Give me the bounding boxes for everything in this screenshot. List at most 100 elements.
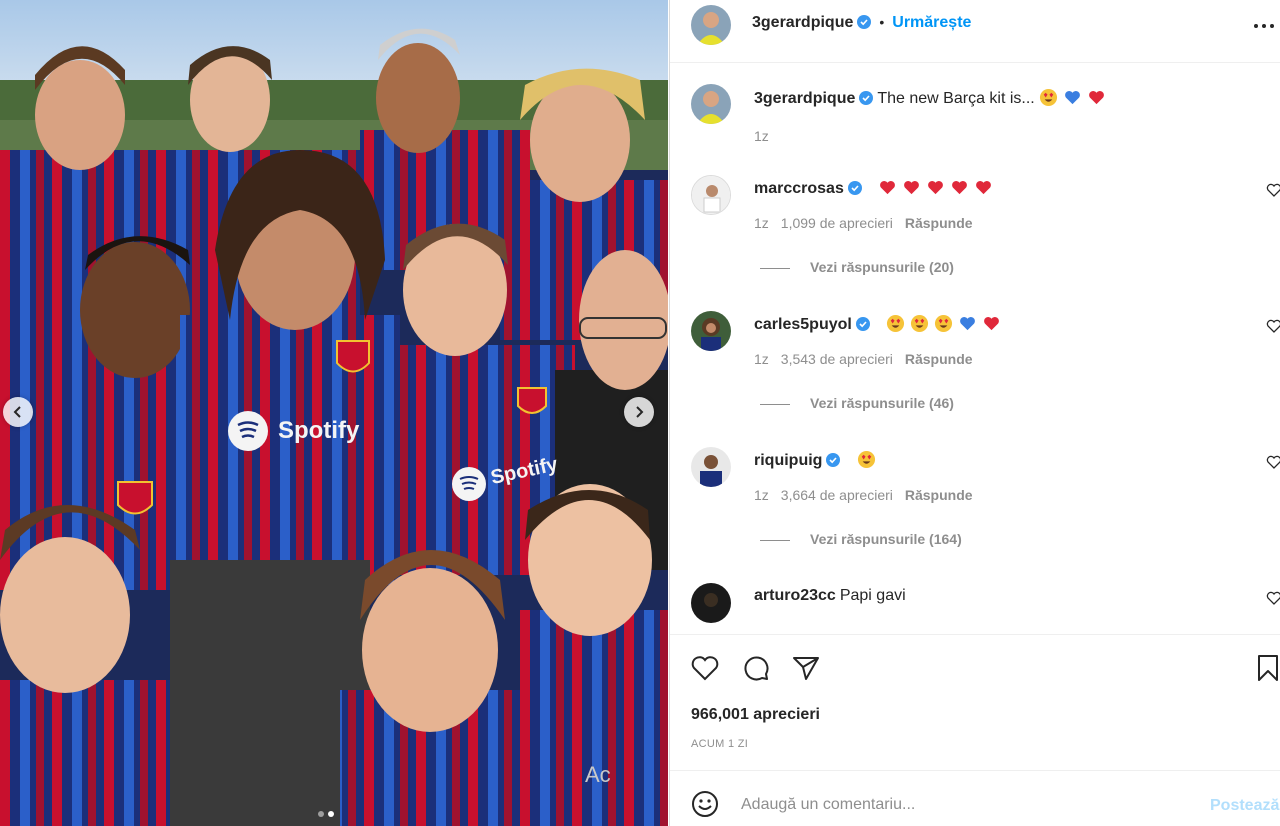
red-heart-emoji-icon xyxy=(952,181,968,195)
comment-username[interactable]: marccrosas xyxy=(754,180,844,197)
commenter-avatar[interactable] xyxy=(691,175,731,215)
comment-line: riquipuig xyxy=(754,450,881,471)
comment-line: arturo23cc Papi gavi xyxy=(754,586,906,606)
chevron-right-icon xyxy=(636,406,644,418)
author-avatar-image xyxy=(691,5,731,45)
like-comment-heart-icon[interactable] xyxy=(1266,318,1280,334)
carousel-dot-active xyxy=(328,811,334,817)
red-heart-emoji-icon xyxy=(904,181,920,195)
caption-avatar[interactable] xyxy=(691,84,731,124)
heart-eyes-emoji-icon xyxy=(911,314,929,333)
author-username[interactable]: 3gerardpique xyxy=(752,14,853,31)
carousel-prev-button[interactable] xyxy=(3,397,33,427)
caption-meta: 1z xyxy=(754,128,781,144)
reply-button[interactable]: Răspunde xyxy=(905,351,973,367)
comment-meta: 1z 3,543 de aprecieri Răspunde xyxy=(754,351,985,367)
comment-item: carles5puyol 1z 3,543 de aprecieri Răspund… xyxy=(670,306,1280,426)
red-heart-emoji-icon xyxy=(1089,91,1105,105)
comment-item: riquipuig 1z 3,664 de aprecieri Răspunde V… xyxy=(670,442,1280,562)
carousel-dot xyxy=(318,811,324,817)
heart-eyes-emoji-icon xyxy=(887,314,905,333)
comment-item: marccrosas 1z 1,099 de aprecieri Răspunde … xyxy=(670,170,1280,290)
save-bookmark-icon[interactable] xyxy=(1252,652,1280,684)
post-timestamp: ACUM 1 ZI xyxy=(691,738,749,750)
reply-button[interactable]: Răspunde xyxy=(905,215,973,231)
comment-text: Papi gavi xyxy=(839,587,906,604)
comment-time: 1z xyxy=(754,351,769,367)
post-photo[interactable]: Spotify Spotify xyxy=(0,0,668,826)
header-line: 3gerardpique • Urmărește xyxy=(752,14,971,32)
comment-likes[interactable]: 1,099 de aprecieri xyxy=(781,215,893,231)
follow-button[interactable]: Urmărește xyxy=(892,14,971,31)
caption-avatar-image xyxy=(691,84,731,124)
comment-emojis xyxy=(857,450,881,469)
more-options-icon[interactable] xyxy=(1249,14,1279,38)
separator-dot: • xyxy=(879,14,885,30)
comment-time: 1z xyxy=(754,487,769,503)
emoji-picker-icon[interactable] xyxy=(690,789,720,819)
comment-likes[interactable]: 3,664 de aprecieri xyxy=(781,487,893,503)
red-heart-emoji-icon xyxy=(880,181,896,195)
caption-line: 3gerardpique The new Barça kit is... xyxy=(754,88,1111,109)
like-comment-heart-icon[interactable] xyxy=(1266,182,1280,198)
caption-time: 1z xyxy=(754,128,769,144)
verified-badge-icon xyxy=(826,453,841,467)
jersey-sponsor-1: Spotify xyxy=(278,417,360,444)
caption-text: The new Barça kit is... xyxy=(877,90,1035,107)
comment-username[interactable]: arturo23cc xyxy=(754,587,836,604)
verified-badge-icon xyxy=(857,15,872,29)
share-paper-plane-icon[interactable] xyxy=(790,652,822,684)
comment-username[interactable]: riquipuig xyxy=(754,452,822,469)
blue-heart-emoji-icon xyxy=(960,317,976,331)
comment-bubble-icon[interactable] xyxy=(740,652,772,684)
comment-item: arturo23cc Papi gavi xyxy=(670,578,1280,634)
comment-meta: 1z 3,664 de aprecieri Răspunde xyxy=(754,487,985,503)
post-header: 3gerardpique • Urmărește xyxy=(670,0,1280,63)
verified-badge-icon xyxy=(847,181,862,195)
comment-emojis xyxy=(886,314,1006,333)
chevron-left-icon xyxy=(13,406,21,418)
commenter-avatar-image xyxy=(691,583,731,623)
comment-line: carles5puyol xyxy=(754,314,1006,335)
commenter-avatar-image xyxy=(692,176,730,214)
red-heart-emoji-icon xyxy=(976,181,992,195)
commenter-avatar[interactable] xyxy=(691,311,731,351)
view-replies-button[interactable]: Vezi răspunsurile (20) xyxy=(760,259,954,275)
verified-badge-icon xyxy=(855,317,870,331)
carousel-indicator xyxy=(318,811,334,817)
like-comment-heart-icon[interactable] xyxy=(1266,590,1280,606)
red-heart-emoji-icon xyxy=(928,181,944,195)
blue-heart-emoji-icon xyxy=(1065,91,1081,105)
author-avatar[interactable] xyxy=(691,5,731,45)
heart-eyes-emoji-icon xyxy=(857,450,875,469)
post-actions: 966,001 aprecieri ACUM 1 ZI xyxy=(670,634,1280,770)
comment-username[interactable]: carles5puyol xyxy=(754,316,852,333)
view-replies-button[interactable]: Vezi răspunsurile (46) xyxy=(760,395,954,411)
commenter-avatar-image xyxy=(691,311,731,351)
view-replies-button[interactable]: Vezi răspunsurile (164) xyxy=(760,531,962,547)
overlay-ghost-text: Ac xyxy=(585,762,611,787)
commenter-avatar[interactable] xyxy=(691,447,731,487)
heart-eyes-emoji-icon xyxy=(1040,88,1058,107)
like-comment-heart-icon[interactable] xyxy=(1266,454,1280,470)
likes-count[interactable]: 966,001 aprecieri xyxy=(691,706,820,724)
reply-button[interactable]: Răspunde xyxy=(905,487,973,503)
team-photo-image: Spotify Spotify xyxy=(0,0,668,826)
caption: 3gerardpique The new Barça kit is... 1z xyxy=(670,81,1280,151)
comment-emojis xyxy=(878,180,998,197)
comment-input[interactable] xyxy=(741,793,1201,817)
like-heart-icon[interactable] xyxy=(689,652,721,684)
comment-likes[interactable]: 3,543 de aprecieri xyxy=(781,351,893,367)
comments-list[interactable]: 3gerardpique The new Barça kit is... 1z m… xyxy=(670,64,1280,634)
commenter-avatar[interactable] xyxy=(691,583,731,623)
post-details-panel: 3gerardpique • Urmărește 3gerardpique The n… xyxy=(669,0,1280,826)
commenter-avatar-image xyxy=(691,447,731,487)
caption-username[interactable]: 3gerardpique xyxy=(754,90,855,107)
add-comment-bar: Postează xyxy=(670,770,1280,826)
comment-meta: 1z 1,099 de aprecieri Răspunde xyxy=(754,215,985,231)
verified-badge-icon xyxy=(859,91,874,105)
heart-eyes-emoji-icon xyxy=(935,314,953,333)
red-heart-emoji-icon xyxy=(984,317,1000,331)
carousel-next-button[interactable] xyxy=(624,397,654,427)
post-comment-button[interactable]: Postează xyxy=(1210,797,1279,815)
